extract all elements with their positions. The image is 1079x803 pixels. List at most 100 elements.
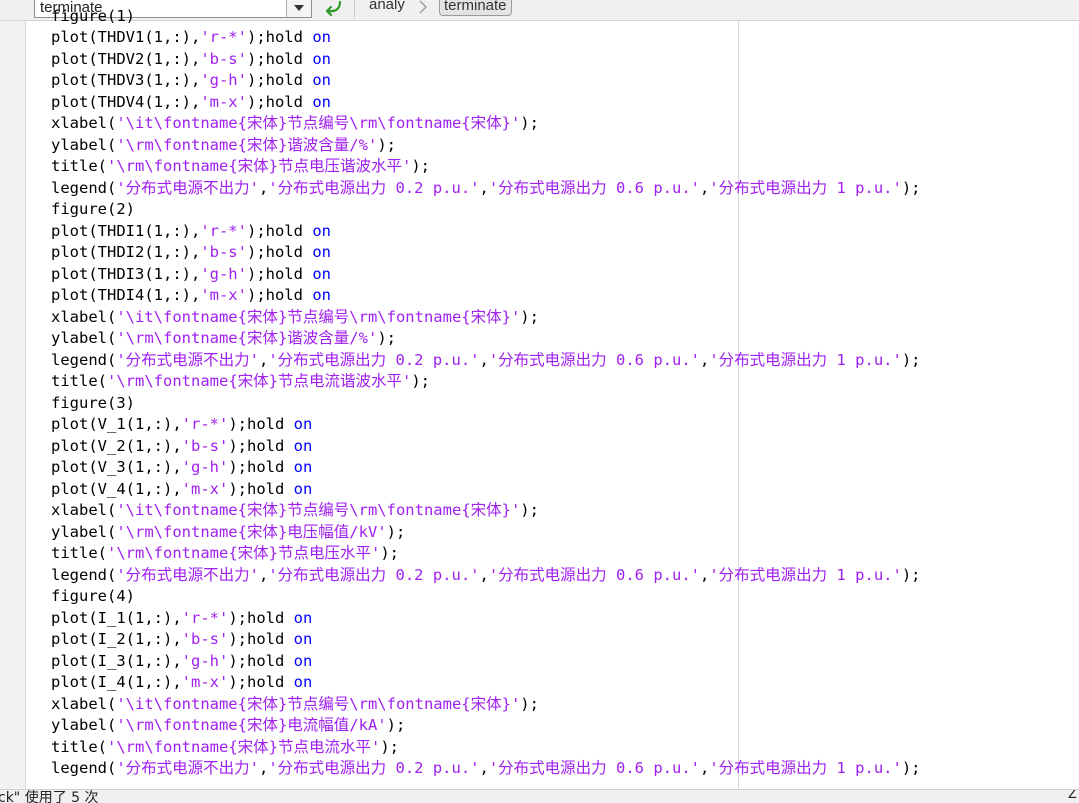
code-line: plot(I_3(1,:),'g-h');hold on: [51, 651, 312, 673]
code-line: plot(I_1(1,:),'r-*');hold on: [51, 608, 312, 630]
code-line: xlabel('\it\fontname{宋体}节点编号\rm\fontname…: [51, 694, 539, 716]
keyword: on: [312, 221, 331, 240]
code-text: );: [520, 501, 539, 519]
keyword: on: [312, 286, 331, 304]
code-text: );hold: [228, 479, 294, 498]
go-to-icon[interactable]: [322, 0, 346, 18]
right-text-limit-line: [738, 21, 739, 789]
string-literal: '\it\fontname{宋体}节点编号\rm\fontname{宋体}': [116, 114, 521, 132]
code-line: title('\rm\fontname{宋体}节点电压水平');: [51, 543, 399, 565]
string-literal: '\rm\fontname{宋体}节点电压谐波水平': [107, 157, 412, 175]
code-text: );hold: [246, 92, 313, 111]
code-text: ,: [259, 759, 269, 777]
string-literal: '分布式电源出力 0.2 p.u.': [268, 350, 480, 369]
code-text: );hold: [228, 673, 294, 691]
string-literal: '分布式电源出力 0.6 p.u.': [488, 565, 700, 584]
code-text: figure(3): [51, 393, 135, 412]
string-literal: 'm-x': [200, 286, 247, 304]
keyword: on: [293, 608, 313, 627]
code-text: );hold: [228, 608, 294, 627]
code-text: title(: [51, 544, 107, 562]
breadcrumb-item-analy[interactable]: analy: [369, 0, 405, 13]
code-text: plot(THDI4(1,:),: [51, 286, 201, 304]
code-line: plot(THDV3(1,:),'g-h');hold on: [51, 70, 331, 92]
string-literal: 'r-*': [200, 28, 247, 46]
code-text: plot(V_2(1,:),: [51, 436, 182, 455]
string-literal: '分布式电源出力 1 p.u.': [709, 759, 902, 777]
code-text: ylabel(: [51, 329, 117, 347]
string-literal: 'g-h': [181, 458, 229, 476]
code-text: plot(THDI2(1,:),: [51, 243, 201, 261]
code-text: );hold: [246, 264, 313, 283]
code-text: );: [377, 135, 396, 154]
code-text: );hold: [246, 286, 313, 304]
code-text: );: [386, 522, 406, 541]
string-literal: '分布式电源不出力': [116, 565, 259, 584]
code-text: );: [901, 178, 921, 197]
code-text: );hold: [246, 28, 313, 46]
code-text: plot(THDV2(1,:),: [51, 49, 201, 68]
string-literal: '\rm\fontname{宋体}电压幅值/kV': [116, 522, 387, 541]
code-line: plot(THDV4(1,:),'m-x');hold on: [51, 92, 331, 114]
string-literal: '分布式电源出力 0.6 p.u.': [488, 759, 700, 777]
code-text: );: [901, 350, 921, 369]
string-literal: 'b-s': [200, 49, 247, 68]
code-text: ,: [479, 350, 489, 369]
string-literal: '分布式电源出力 1 p.u.': [709, 178, 902, 197]
chevron-right-icon: [418, 0, 428, 14]
code-line: ylabel('\rm\fontname{宋体}电流幅值/kA');: [51, 715, 405, 737]
string-literal: 'm-x': [181, 673, 229, 691]
string-literal: '\rm\fontname{宋体}谐波含量/%': [116, 329, 378, 347]
string-literal: '分布式电源出力 0.2 p.u.': [268, 178, 480, 197]
code-text: );: [520, 114, 539, 132]
code-text: );: [380, 737, 399, 756]
code-text: ,: [479, 759, 489, 777]
editor-gutter: [0, 21, 26, 789]
keyword: on: [293, 673, 313, 691]
code-line: xlabel('\it\fontname{宋体}节点编号\rm\fontname…: [51, 307, 539, 329]
status-bar: ck" 使用了 5 次 Z: [0, 789, 1079, 803]
code-text: plot(THDI3(1,:),: [51, 264, 201, 283]
code-text: );: [380, 544, 399, 562]
code-text: ylabel(: [51, 716, 117, 734]
code-text: figure(4): [51, 587, 135, 605]
code-text: plot(V_4(1,:),: [51, 479, 182, 498]
string-literal: '分布式电源出力 1 p.u.': [709, 350, 902, 369]
string-literal: '\rm\fontname{宋体}电流幅值/kA': [116, 716, 387, 734]
dropdown-arrow-icon[interactable]: [286, 0, 311, 17]
code-text: figure(2): [51, 200, 135, 218]
keyword: on: [293, 415, 313, 433]
code-text: ,: [259, 565, 269, 584]
string-literal: '\rm\fontname{宋体}节点电压水平': [107, 544, 381, 562]
toolbar-divider: [354, 0, 355, 18]
string-literal: 'g-h': [200, 264, 247, 283]
code-line: plot(V_2(1,:),'b-s');hold on: [51, 436, 312, 458]
code-text: );: [377, 329, 396, 347]
code-text: xlabel(: [51, 694, 117, 713]
string-literal: '分布式电源不出力': [116, 178, 259, 197]
string-literal: '分布式电源不出力': [116, 350, 259, 369]
string-literal: 'b-s': [200, 243, 247, 261]
code-text: ,: [700, 565, 710, 584]
string-literal: 'b-s': [181, 436, 229, 455]
breadcrumb-item-terminate[interactable]: terminate: [439, 0, 512, 16]
code-text: plot(THDV4(1,:),: [51, 92, 201, 111]
code-text: ylabel(: [51, 522, 117, 541]
status-corner-text: Z: [1068, 789, 1077, 802]
code-text: ,: [700, 759, 710, 777]
code-line: plot(THDV2(1,:),'b-s');hold on: [51, 49, 331, 71]
code-text: );hold: [228, 651, 294, 670]
string-literal: 'g-h': [200, 71, 247, 89]
code-text: ,: [259, 350, 269, 369]
code-line: title('\rm\fontname{宋体}节点电压谐波水平');: [51, 156, 430, 178]
code-text: legend(: [51, 759, 117, 777]
string-literal: '\it\fontname{宋体}节点编号\rm\fontname{宋体}': [116, 501, 521, 519]
code-line: plot(THDI3(1,:),'g-h');hold on: [51, 264, 331, 286]
status-message: ck" 使用了 5 次: [0, 790, 99, 803]
code-line: figure(1): [51, 6, 135, 28]
code-line: plot(I_4(1,:),'m-x');hold on: [51, 672, 312, 694]
keyword: on: [312, 28, 331, 46]
code-line: xlabel('\it\fontname{宋体}节点编号\rm\fontname…: [51, 500, 539, 522]
code-text: );: [411, 372, 430, 390]
string-literal: 'r-*': [200, 221, 247, 240]
